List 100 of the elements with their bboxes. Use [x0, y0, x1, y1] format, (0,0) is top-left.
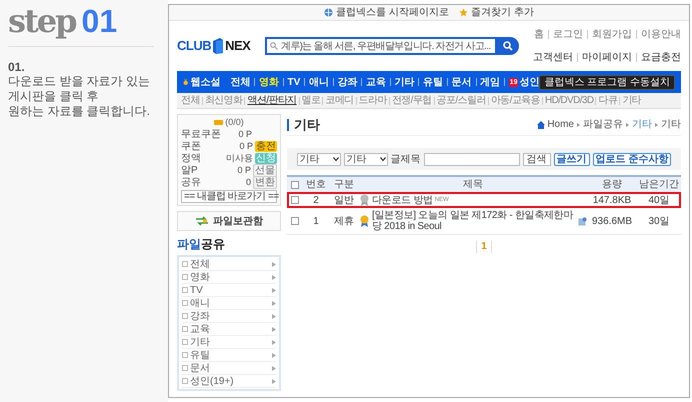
- points-value: 미사용: [226, 152, 253, 164]
- nav-tab[interactable]: 문서: [452, 74, 472, 90]
- chevron-icon: [272, 326, 276, 332]
- category-item[interactable]: 전체: [182, 258, 276, 271]
- type-cell: 일반: [329, 192, 359, 208]
- subcategory-link[interactable]: 공포/스릴러: [436, 95, 486, 106]
- filter-select[interactable]: 기타: [344, 152, 388, 166]
- subcategory-link[interactable]: 멜로: [302, 95, 320, 106]
- nav-tab[interactable]: 게임: [480, 74, 500, 90]
- chevron-icon: [272, 288, 276, 292]
- breadcrumb-link[interactable]: Home: [547, 119, 574, 130]
- subcategory-link[interactable]: 드라마: [358, 95, 387, 106]
- step-number: 01: [82, 2, 118, 40]
- account-link[interactable]: 마이페이지: [582, 52, 632, 63]
- write-button[interactable]: 글쓰기: [554, 152, 590, 166]
- account-link[interactable]: 고객센터: [533, 52, 573, 63]
- category-item[interactable]: TV: [182, 284, 276, 297]
- medal-icon: [183, 76, 188, 88]
- chevron-icon: [272, 314, 276, 318]
- points-label: 쿠폰: [181, 140, 201, 152]
- points-action-button[interactable]: 변환: [253, 176, 277, 188]
- subcategory-link[interactable]: HD/DVD/3D: [544, 95, 594, 106]
- file-title[interactable]: [일본정보] 오늘의 일본 제172화 - 한일축제한마당 2018 in Seoul: [372, 210, 576, 232]
- account-link[interactable]: 요금충전: [641, 52, 681, 63]
- chevron-icon: [272, 274, 276, 280]
- points-value: 0: [246, 176, 251, 188]
- row-checkbox[interactable]: [291, 196, 299, 204]
- breadcrumb-link[interactable]: 파일공유: [583, 119, 623, 130]
- nav-tab[interactable]: 전체: [230, 74, 250, 90]
- web-novel-link[interactable]: 웹소설: [190, 74, 220, 90]
- nav-tab[interactable]: 영화: [258, 74, 279, 90]
- nav-tab[interactable]: 유틸: [423, 74, 444, 90]
- install-button[interactable]: 클럽넥스 프로그램 수동설치: [539, 74, 676, 90]
- chevron-icon: [272, 300, 276, 306]
- subcategory-link[interactable]: 기타: [622, 95, 642, 106]
- caret-icon: [332, 155, 340, 163]
- column-header: 번호: [303, 176, 329, 192]
- column-header: 남은기간: [637, 176, 681, 192]
- category-item[interactable]: 유틸: [182, 349, 276, 362]
- chevron-icon: [272, 352, 276, 358]
- file-row[interactable]: 1 제휴 [일본정보] 오늘의 일본 제172화 - 한일축제한마당 2018 in Seoul 936.6MB 30일: [287, 208, 681, 234]
- nav-tab[interactable]: 강좌: [337, 74, 358, 90]
- util-link[interactable]: 홈: [534, 29, 544, 40]
- plus-icon: [182, 274, 188, 280]
- keyword-field[interactable]: [424, 152, 520, 166]
- plus-icon: [182, 261, 188, 267]
- breadcrumb-link[interactable]: 기타: [661, 119, 681, 130]
- subcategory-link[interactable]: 액션/판타지: [247, 95, 297, 106]
- subcategory-link[interactable]: 다큐: [598, 95, 618, 106]
- util-link[interactable]: 회원가입: [592, 29, 632, 40]
- top-link[interactable]: 클럽넥스를 시작페이지로: [324, 6, 449, 18]
- category-item[interactable]: 영화: [182, 271, 276, 284]
- file-title[interactable]: 다운로드 방법: [372, 194, 433, 206]
- category-item[interactable]: 교육: [182, 323, 276, 336]
- subcategory-link[interactable]: 전쟁/무협: [392, 95, 432, 106]
- search-button[interactable]: [497, 37, 519, 55]
- nav-tab[interactable]: TV: [288, 74, 300, 90]
- subcategory-link[interactable]: 코메디: [325, 95, 354, 106]
- points-action-button[interactable]: 충전: [255, 140, 277, 152]
- ribbon-icon: [359, 215, 370, 227]
- subcategory-link[interactable]: 아동/교육용: [490, 95, 540, 106]
- plus-icon: [182, 287, 188, 293]
- plus-icon: [182, 326, 188, 332]
- points-label: 정액: [181, 152, 201, 164]
- top-link[interactable]: 즐겨찾기 추가: [459, 6, 534, 18]
- logo-cube-icon: [212, 38, 224, 54]
- storage-button[interactable]: 파일보관함: [177, 211, 281, 231]
- step-index: 01.: [8, 61, 26, 74]
- row-checkbox[interactable]: [291, 217, 299, 225]
- step-instruction: 다운로드 받을 자료가 있는 게시판을 클릭 후 원하는 자료를 클릭합니다.: [8, 74, 152, 119]
- nav-tab[interactable]: 교육: [366, 74, 386, 90]
- search-button[interactable]: 검색: [522, 152, 551, 166]
- column-header: 제목: [359, 176, 587, 192]
- nav-tab[interactable]: 기타: [394, 74, 414, 90]
- util-link[interactable]: 로그인: [553, 29, 583, 40]
- category-item[interactable]: 문서: [182, 362, 276, 375]
- points-label: 알P: [181, 164, 198, 176]
- category-item[interactable]: 성인(19+): [182, 375, 276, 388]
- category-item[interactable]: 강좌: [182, 310, 276, 323]
- util-link[interactable]: 이용안내: [641, 29, 681, 40]
- category-item[interactable]: 기타: [182, 336, 276, 349]
- points-value: 0 P: [239, 140, 253, 152]
- shortcut-select[interactable]: == 내클럽 바로가기 ==: [181, 190, 277, 203]
- search-field[interactable]: 계루)는 올해 서른, 우편배달부입니다. 자전거 사고...: [265, 37, 497, 55]
- points-action-button[interactable]: 선물: [253, 164, 277, 176]
- nav-tab[interactable]: 애니: [308, 74, 329, 90]
- subcategory-link[interactable]: 최신영화: [204, 95, 242, 106]
- select-all-checkbox[interactable]: [291, 180, 299, 188]
- search-icon: [503, 41, 513, 51]
- breadcrumb-link[interactable]: 기타: [632, 119, 652, 130]
- points-value: 0 P: [238, 128, 252, 140]
- ribbon-icon: [359, 194, 370, 206]
- chevron-icon: [272, 262, 276, 266]
- subcategory-link[interactable]: 전체: [181, 95, 200, 106]
- filter-select[interactable]: 기타: [296, 152, 341, 166]
- site-logo[interactable]: CLUB NEX: [177, 36, 261, 56]
- chevron-icon: [272, 378, 276, 384]
- category-item[interactable]: 애니: [182, 297, 276, 310]
- upload-rules-button[interactable]: 업로드 준수사항: [592, 152, 672, 166]
- plus-icon: [182, 365, 188, 371]
